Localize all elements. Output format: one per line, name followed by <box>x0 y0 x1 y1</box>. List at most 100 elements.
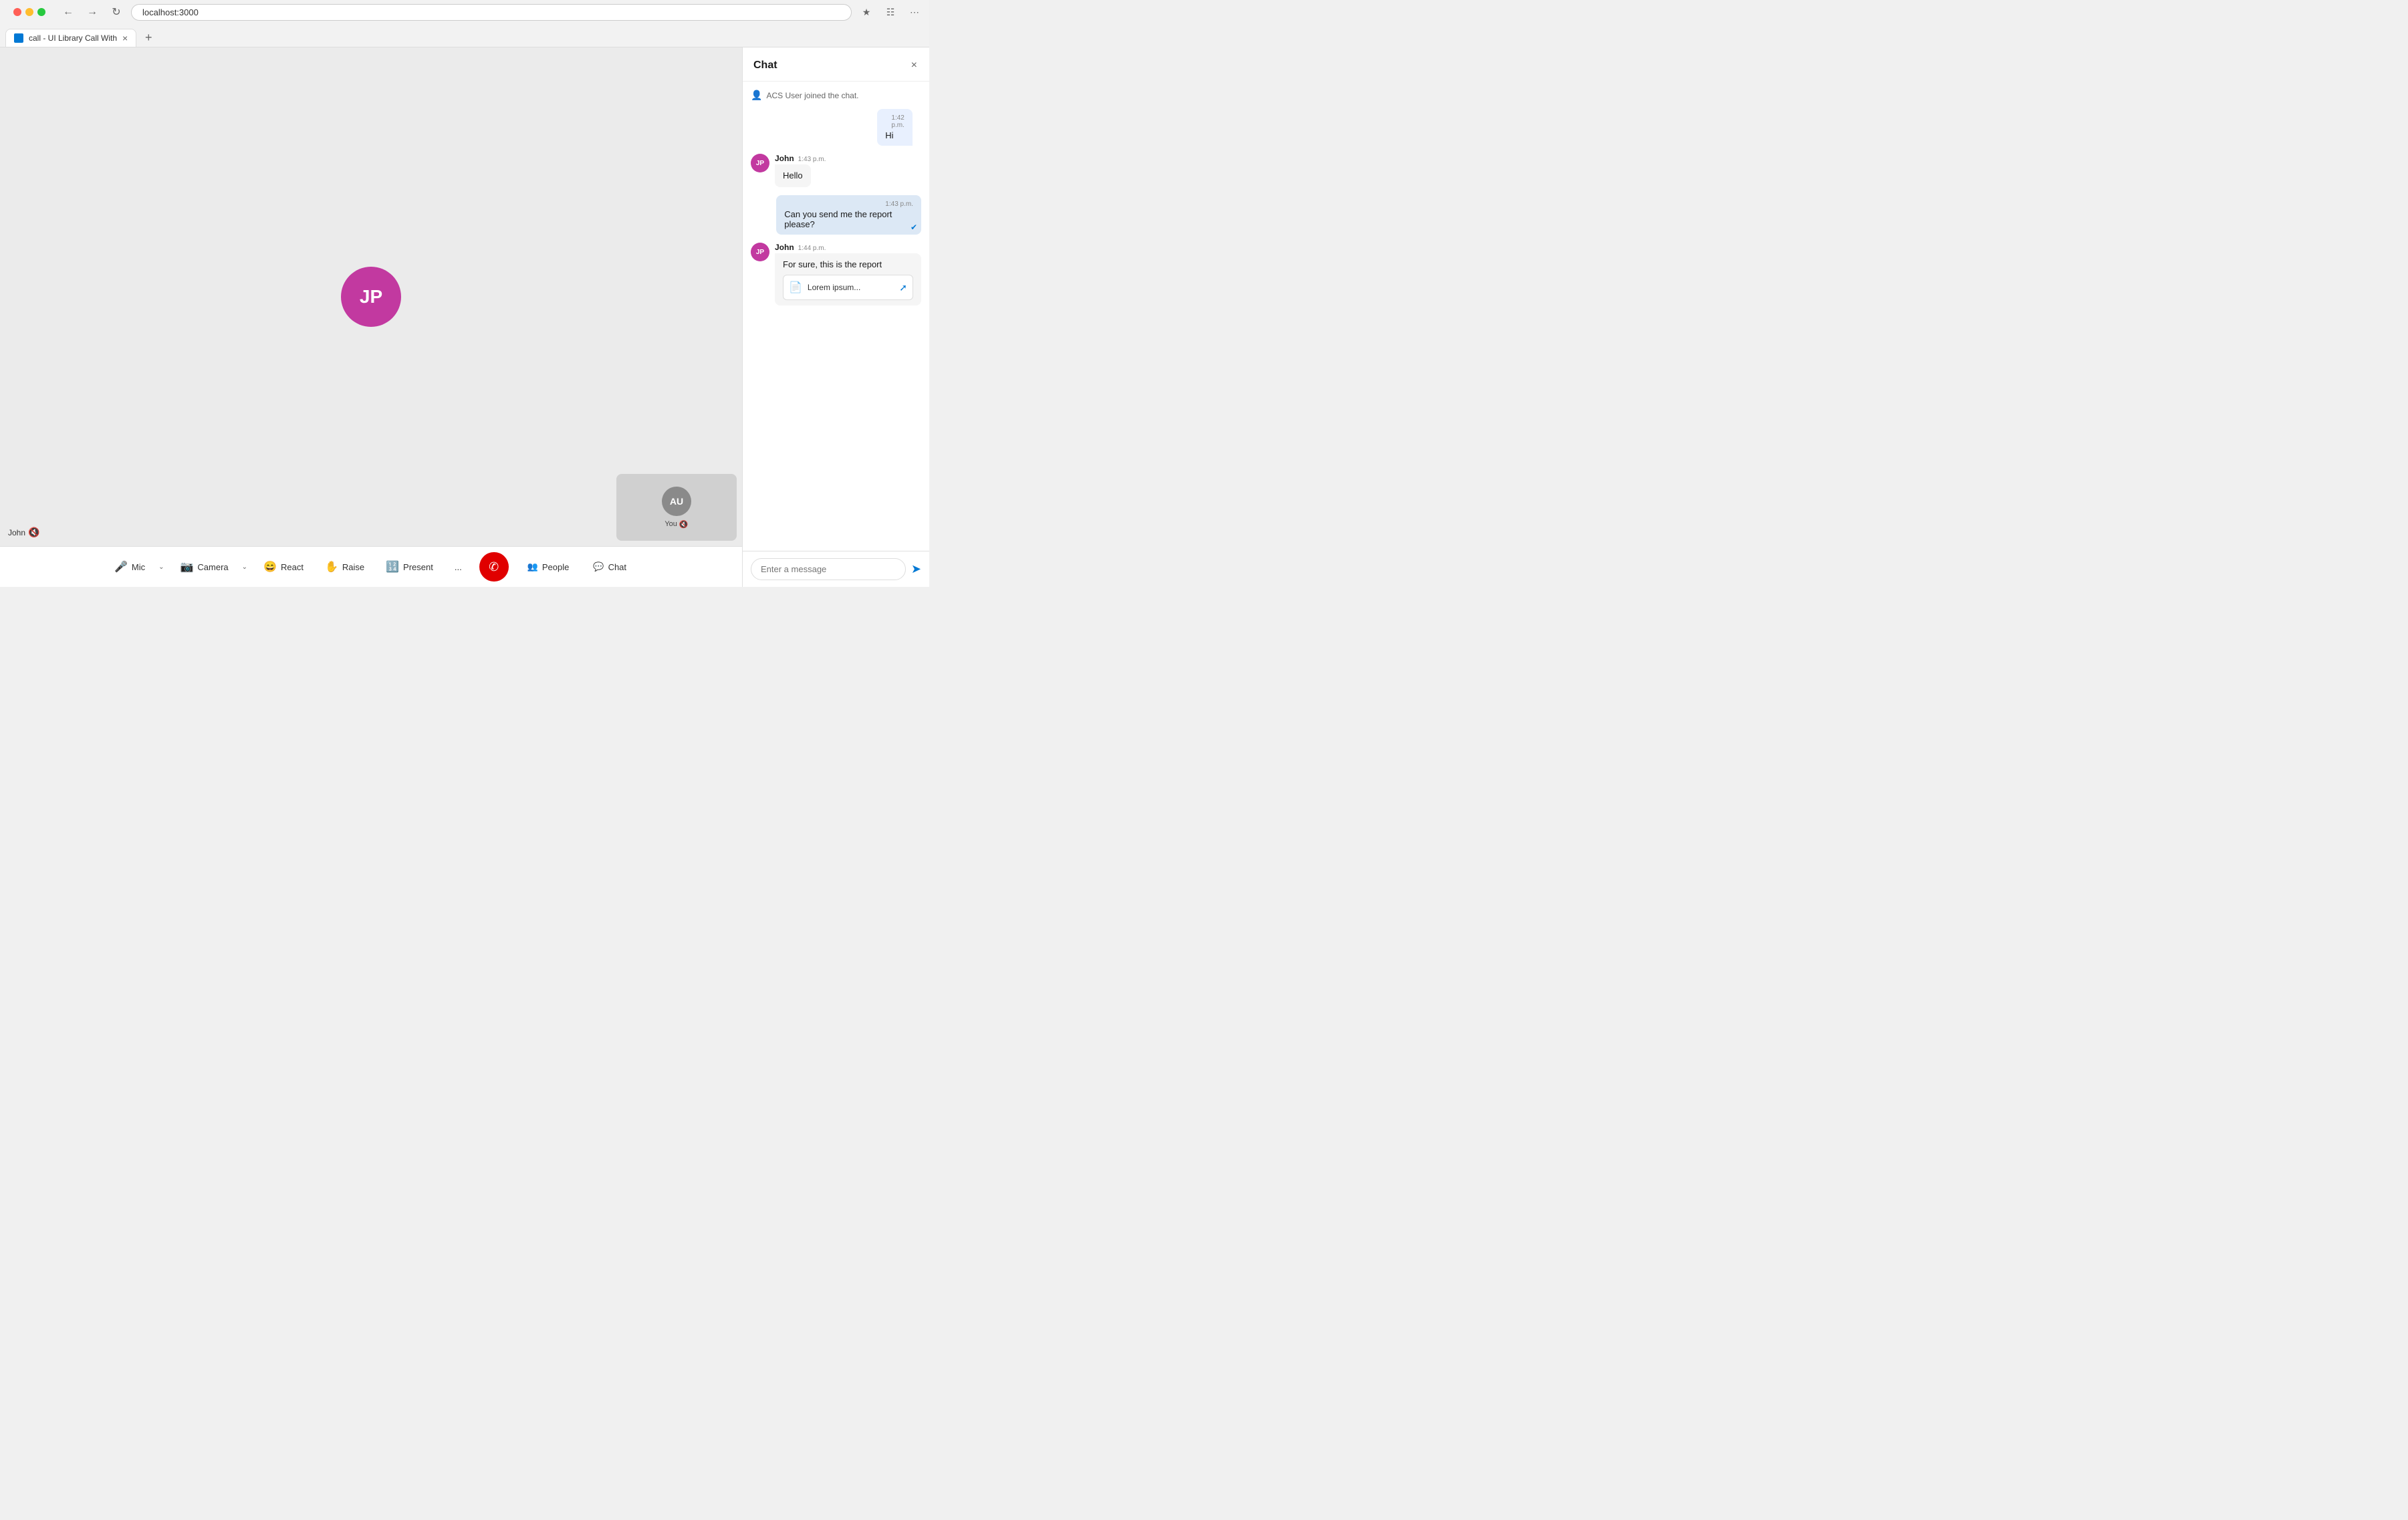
raise-icon: ✋ <box>325 560 338 574</box>
camera-label: Camera <box>197 562 228 572</box>
system-message-text: ACS User joined the chat. <box>766 91 858 100</box>
message-4: JP John 1:44 p.m. For sure, this is the … <box>751 243 921 305</box>
you-label: You 🔇 <box>665 520 688 529</box>
message-2-time: 1:43 p.m. <box>798 156 826 163</box>
address-bar[interactable]: localhost:3000 <box>131 4 852 21</box>
message-3-check-icon: ✔ <box>911 223 917 232</box>
message-1: 1:42 p.m. Hi <box>877 109 921 146</box>
browser-controls <box>5 8 53 16</box>
send-icon: ➤ <box>911 562 921 576</box>
message-4-bubble: For sure, this is the report 📄 Lorem ips… <box>775 253 921 305</box>
call-main: JP John 🔇 AU You 🔇 <box>0 47 742 546</box>
message-3: 1:43 p.m. Can you send me the report ple… <box>776 195 921 235</box>
you-initials: AU <box>670 496 683 507</box>
message-4-text: For sure, this is the report <box>783 259 882 269</box>
camera-icon: 📷 <box>180 560 194 574</box>
chat-messages: 👤 ACS User joined the chat. 1:42 p.m. Hi… <box>743 82 929 551</box>
raise-label: Raise <box>342 562 364 572</box>
minimize-button[interactable] <box>25 8 33 16</box>
new-tab-button[interactable]: + <box>139 28 158 47</box>
star-button[interactable]: ★ <box>857 3 876 21</box>
active-tab[interactable]: call - UI Library Call With × <box>5 29 136 47</box>
participant-avatar: JP <box>341 267 401 327</box>
message-2-sender: John <box>775 154 794 163</box>
url-text: localhost:3000 <box>142 7 199 17</box>
message-3-bubble: 1:43 p.m. Can you send me the report ple… <box>776 195 921 235</box>
browser-chrome: ← → ↻ localhost:3000 ★ ☷ ⋯ call - UI Lib… <box>0 0 929 47</box>
message-4-content: John 1:44 p.m. For sure, this is the rep… <box>775 243 921 305</box>
react-icon: 😄 <box>263 560 277 574</box>
message-4-sender: John <box>775 243 794 252</box>
chat-input[interactable] <box>751 558 906 580</box>
participant-name-text: John <box>8 528 25 537</box>
camera-dropdown-button[interactable]: ⌄ <box>238 558 251 576</box>
tab-title: call - UI Library Call With <box>29 33 117 43</box>
system-icon: 👤 <box>751 90 762 101</box>
tab-favicon <box>14 33 23 43</box>
message-2-bubble: Hello <box>775 164 811 187</box>
mic-button[interactable]: 🎤 Mic <box>105 555 154 579</box>
chat-toolbar-icon: 💬 <box>593 561 604 572</box>
extensions-button[interactable]: ☷ <box>881 3 900 21</box>
mic-dropdown-button[interactable]: ⌄ <box>154 558 168 576</box>
present-button[interactable]: 🔢 Present <box>376 555 443 579</box>
open-attachment-icon[interactable]: ➚ <box>899 282 907 293</box>
present-label: Present <box>403 562 433 572</box>
you-tile: AU You 🔇 <box>616 474 737 541</box>
toolbar: 🎤 Mic ⌄ 📷 Camera ⌄ 😄 React ✋ Raise <box>0 546 742 587</box>
chat-panel: Chat × 👤 ACS User joined the chat. 1:42 … <box>742 47 929 587</box>
react-button[interactable]: 😄 React <box>254 555 313 579</box>
maximize-button[interactable] <box>37 8 45 16</box>
message-2-avatar: JP <box>751 154 769 172</box>
people-button[interactable]: 👥 People <box>517 556 580 578</box>
forward-button[interactable]: → <box>83 3 102 21</box>
chat-input-area: ➤ <box>743 551 929 587</box>
mic-btn-group: 🎤 Mic ⌄ <box>105 555 168 579</box>
you-mute-icon: 🔇 <box>679 520 689 529</box>
chat-header: Chat × <box>743 47 929 82</box>
message-2-text: Hello <box>783 170 803 180</box>
menu-button[interactable]: ⋯ <box>905 3 924 21</box>
tab-close-button[interactable]: × <box>122 33 128 43</box>
attachment-name: Lorem ipsum... <box>808 283 894 292</box>
chat-title: Chat <box>753 59 777 72</box>
end-call-button[interactable]: ✆ <box>479 552 509 582</box>
message-1-bubble: 1:42 p.m. Hi <box>877 109 913 146</box>
app-container: JP John 🔇 AU You 🔇 🎤 <box>0 47 929 587</box>
more-button[interactable]: ... <box>445 557 471 578</box>
close-button[interactable] <box>13 8 21 16</box>
message-3-time: 1:43 p.m. <box>784 201 913 208</box>
back-button[interactable]: ← <box>59 3 78 21</box>
more-label: ... <box>455 562 462 572</box>
people-icon: 👥 <box>527 561 538 572</box>
file-icon: 📄 <box>789 281 802 294</box>
message-1-time: 1:42 p.m. <box>885 114 905 129</box>
message-4-avatar: JP <box>751 243 769 261</box>
people-label: People <box>542 562 569 572</box>
message-3-text: Can you send me the report please? <box>784 209 913 229</box>
message-4-sender-row: John 1:44 p.m. <box>775 243 921 252</box>
message-2-content: John 1:43 p.m. Hello <box>775 154 921 187</box>
chat-send-button[interactable]: ➤ <box>911 562 921 576</box>
present-icon: 🔢 <box>386 560 399 574</box>
traffic-lights <box>13 8 45 16</box>
you-avatar: AU <box>662 487 691 516</box>
chat-close-button[interactable]: × <box>910 58 919 73</box>
camera-button[interactable]: 📷 Camera <box>171 555 238 579</box>
message-2: JP John 1:43 p.m. Hello <box>751 154 921 187</box>
message-1-text: Hi <box>885 130 905 140</box>
system-message: 👤 ACS User joined the chat. <box>751 90 921 101</box>
message-4-time: 1:44 p.m. <box>798 245 826 252</box>
browser-tabs: call - UI Library Call With × + <box>0 24 929 47</box>
call-area: JP John 🔇 AU You 🔇 🎤 <box>0 47 742 587</box>
refresh-button[interactable]: ↻ <box>107 3 126 21</box>
chat-button[interactable]: 💬 Chat <box>582 556 637 578</box>
raise-button[interactable]: ✋ Raise <box>316 555 374 579</box>
you-text: You <box>665 520 677 528</box>
participant-initials: JP <box>360 286 382 307</box>
end-call-icon: ✆ <box>489 560 499 574</box>
message-4-attachment[interactable]: 📄 Lorem ipsum... ➚ <box>783 275 913 300</box>
message-2-sender-row: John 1:43 p.m. <box>775 154 921 163</box>
mute-icon: 🔇 <box>28 527 39 538</box>
camera-btn-group: 📷 Camera ⌄ <box>171 555 252 579</box>
